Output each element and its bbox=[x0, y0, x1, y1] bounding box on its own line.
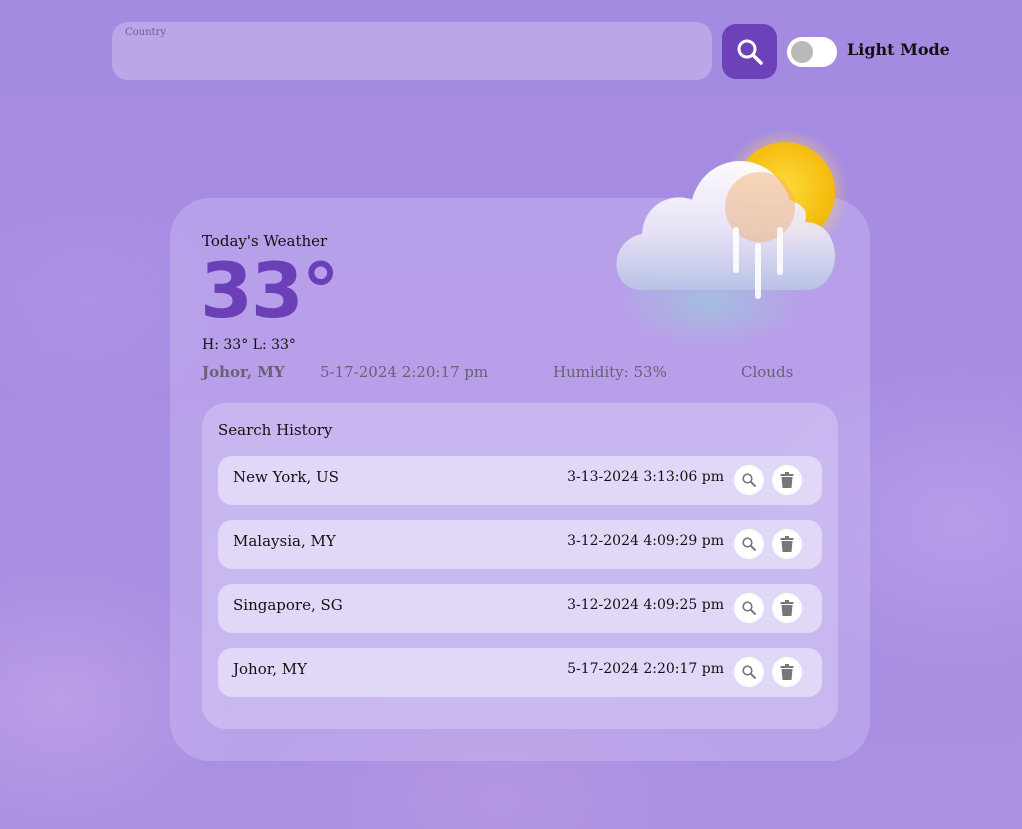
search-icon bbox=[742, 537, 756, 551]
history-time: 3-13-2024 3:13:06 pm bbox=[567, 469, 724, 485]
light-mode-toggle[interactable] bbox=[787, 37, 837, 67]
history-delete-button[interactable] bbox=[772, 657, 802, 687]
country-search-box[interactable]: Country bbox=[112, 22, 712, 80]
humidity: Humidity: 53% bbox=[553, 363, 667, 381]
trash-icon bbox=[780, 536, 794, 552]
search-icon bbox=[742, 665, 756, 679]
history-search-button[interactable] bbox=[734, 529, 764, 559]
cloud-rain-sun-icon bbox=[616, 128, 849, 347]
toggle-knob bbox=[791, 41, 813, 63]
country-label: Country bbox=[125, 27, 167, 38]
history-city: Johor, MY bbox=[233, 660, 308, 678]
light-mode-label: Light Mode bbox=[847, 40, 950, 59]
datetime: 5-17-2024 2:20:17 pm bbox=[320, 363, 489, 381]
history-delete-button[interactable] bbox=[772, 529, 802, 559]
history-city: Singapore, SG bbox=[233, 596, 343, 614]
history-city: Malaysia, MY bbox=[233, 532, 336, 550]
magnifier-icon bbox=[737, 39, 763, 65]
history-item: Johor, MY 5-17-2024 2:20:17 pm bbox=[218, 648, 822, 697]
history-search-button[interactable] bbox=[734, 657, 764, 687]
search-icon bbox=[742, 473, 756, 487]
history-item: New York, US 3-13-2024 3:13:06 pm bbox=[218, 456, 822, 505]
search-history-title: Search History bbox=[218, 421, 333, 439]
search-icon bbox=[742, 601, 756, 615]
search-button[interactable] bbox=[722, 24, 777, 79]
trash-icon bbox=[780, 472, 794, 488]
history-item: Malaysia, MY 3-12-2024 4:09:29 pm bbox=[218, 520, 822, 569]
weather-condition: Clouds bbox=[741, 363, 794, 381]
temperature-value: 33° bbox=[200, 246, 340, 335]
history-time: 3-12-2024 4:09:25 pm bbox=[567, 597, 724, 613]
trash-icon bbox=[780, 664, 794, 680]
country-input[interactable] bbox=[124, 44, 698, 76]
history-city: New York, US bbox=[233, 468, 339, 486]
history-time: 3-12-2024 4:09:29 pm bbox=[567, 533, 724, 549]
history-delete-button[interactable] bbox=[772, 465, 802, 495]
history-item: Singapore, SG 3-12-2024 4:09:25 pm bbox=[218, 584, 822, 633]
location: Johor, MY bbox=[202, 363, 285, 381]
history-search-button[interactable] bbox=[734, 593, 764, 623]
history-search-button[interactable] bbox=[734, 465, 764, 495]
history-delete-button[interactable] bbox=[772, 593, 802, 623]
history-time: 5-17-2024 2:20:17 pm bbox=[567, 661, 724, 677]
high-low-temperature: H: 33° L: 33° bbox=[202, 337, 296, 353]
trash-icon bbox=[780, 600, 794, 616]
